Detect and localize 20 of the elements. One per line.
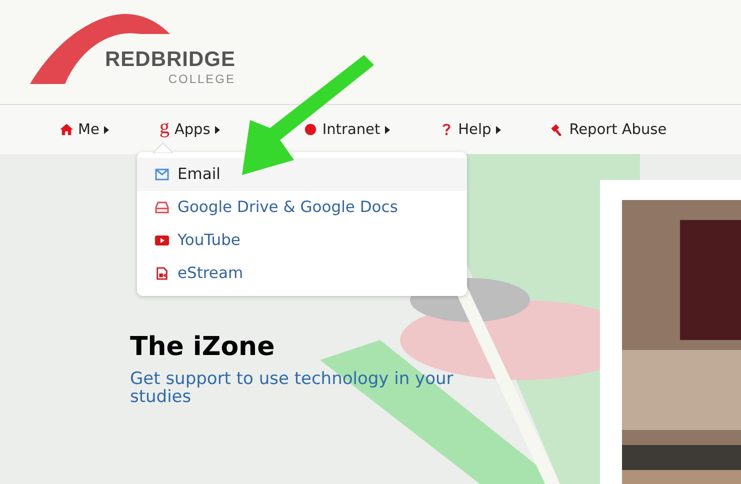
menu-item[interactable]: Email [137, 158, 468, 190]
menu-item[interactable]: YouTube [137, 224, 468, 256]
video-file-icon [155, 266, 170, 280]
hero-title: The iZone [130, 332, 276, 362]
menu-item[interactable]: Google Drive & Google Docs [137, 190, 468, 224]
college-name: REDBRIDGE [105, 48, 236, 72]
nav-item[interactable]: Help [440, 122, 502, 138]
home-icon [60, 123, 73, 136]
google-g-icon: g [159, 116, 170, 136]
hero-subtitle: Get support to use technology in your studies [130, 370, 454, 406]
college-subtitle: COLLEGE [168, 72, 236, 86]
gavel-icon [551, 123, 564, 136]
nav-item[interactable]: Report Abuse [551, 122, 667, 138]
envelope-icon [155, 168, 170, 180]
nav-item[interactable]: Intranet [304, 122, 390, 138]
intranet-icon [304, 123, 318, 136]
play-button-icon [155, 234, 170, 246]
hard-drive-icon [155, 200, 170, 214]
menu-item[interactable]: eStream [137, 256, 468, 290]
nav-item[interactable]: Me [60, 122, 110, 138]
